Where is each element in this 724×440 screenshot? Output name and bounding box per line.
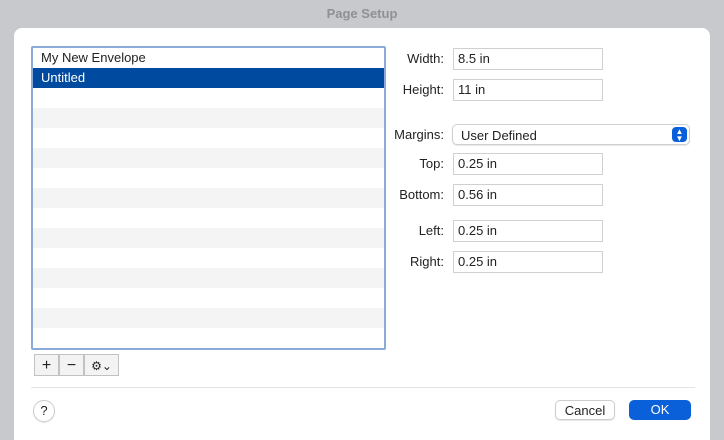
width-field[interactable]: 8.5 in: [453, 48, 603, 70]
ok-button[interactable]: OK: [629, 400, 691, 420]
remove-button[interactable]: −: [59, 354, 84, 376]
empty-row: [33, 228, 384, 248]
right-label: Right:: [410, 254, 444, 269]
action-menu-button[interactable]: ⚙⌄: [84, 354, 119, 376]
height-label: Height:: [402, 82, 444, 97]
list-item[interactable]: My New Envelope: [33, 48, 384, 68]
empty-row: [33, 268, 384, 288]
left-label: Left:: [418, 223, 444, 238]
empty-row: [33, 288, 384, 308]
height-field[interactable]: 11 in: [453, 79, 603, 101]
up-down-chevron-icon: ▲ ▼: [672, 127, 687, 143]
empty-row: [33, 88, 384, 108]
margins-label: Margins:: [394, 127, 444, 142]
right-field[interactable]: 0.25 in: [453, 251, 603, 273]
empty-row: [33, 308, 384, 328]
left-field[interactable]: 0.25 in: [453, 220, 603, 242]
empty-row: [33, 128, 384, 148]
divider: [31, 387, 695, 388]
empty-row: [33, 148, 384, 168]
add-button[interactable]: +: [34, 354, 59, 376]
cancel-button[interactable]: Cancel: [555, 400, 615, 420]
top-label: Top:: [419, 156, 444, 171]
empty-row: [33, 248, 384, 268]
top-field[interactable]: 0.25 in: [453, 153, 603, 175]
paper-size-list[interactable]: My New Envelope Untitled: [31, 46, 386, 350]
margins-popup[interactable]: User Defined ▲ ▼: [452, 124, 690, 145]
margins-value: User Defined: [461, 128, 537, 143]
empty-row: [33, 188, 384, 208]
bottom-label: Bottom:: [399, 187, 444, 202]
empty-row: [33, 168, 384, 188]
bottom-field[interactable]: 0.56 in: [453, 184, 603, 206]
empty-row: [33, 328, 384, 348]
window-title: Page Setup: [326, 6, 398, 21]
empty-row: [33, 208, 384, 228]
list-item-selected[interactable]: Untitled: [33, 68, 384, 88]
help-button[interactable]: ?: [33, 400, 55, 422]
width-label: Width:: [407, 51, 444, 66]
empty-row: [33, 108, 384, 128]
